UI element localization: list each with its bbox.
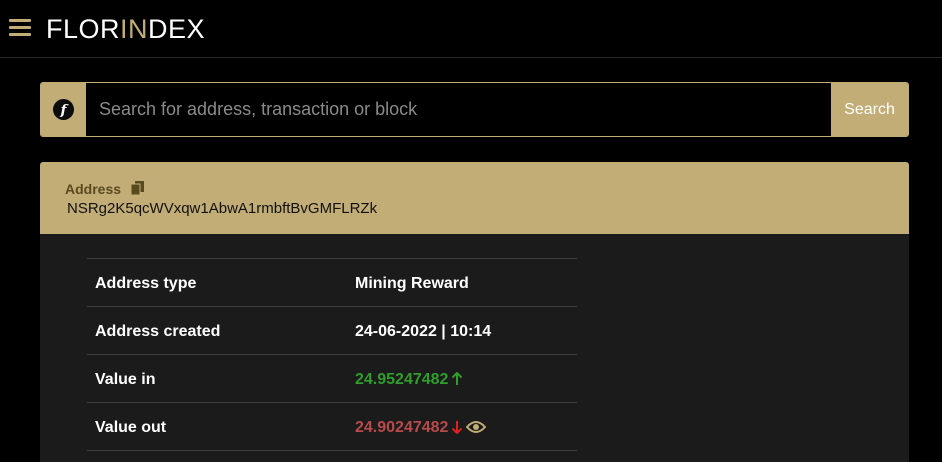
arrow-down-icon (451, 420, 463, 439)
logo-text-accent: IN (120, 14, 149, 44)
address-value: NSRg2K5qcWVxqw1AbwA1rmbftBvGMFLRZk (67, 200, 378, 217)
logo-text-part1: FLOR (46, 14, 121, 44)
row-key: Value in (95, 371, 156, 388)
top-bar: FLORINDEX (0, 0, 942, 58)
address-card: Address NSRg2K5qcWVxqw1AbwA1rmbftBvGMFLR… (40, 162, 909, 462)
value-in-cell: 24.95247482 (355, 371, 463, 391)
hamburger-menu-icon[interactable] (9, 19, 31, 37)
table-row: Value out 24.90247482 (87, 402, 577, 450)
search-logo-box: f (41, 83, 86, 136)
address-details-table: Address type Mining Reward Address creat… (87, 258, 577, 460)
row-key: Value out (95, 419, 167, 436)
search-button[interactable]: Search (831, 83, 908, 136)
flo-logo-icon: f (53, 99, 74, 120)
row-key: Address type (95, 275, 197, 292)
eye-icon[interactable] (466, 420, 487, 439)
value-out-cell: 24.90247482 (355, 419, 487, 439)
value-out-amount: 24.90247482 (355, 419, 449, 436)
logo-text-part2: DEX (148, 14, 206, 44)
table-row: Address type Mining Reward (87, 258, 577, 306)
row-value: 24-06-2022 | 10:14 (355, 323, 492, 340)
arrow-up-icon (451, 371, 463, 391)
search-input[interactable] (86, 83, 831, 136)
row-value: Mining Reward (355, 275, 469, 292)
row-key: Address created (95, 323, 221, 340)
address-label: Address (65, 181, 122, 197)
address-card-header: Address NSRg2K5qcWVxqw1AbwA1rmbftBvGMFLR… (40, 162, 909, 234)
value-in-amount: 24.95247482 (355, 371, 449, 388)
svg-text:f: f (59, 103, 69, 119)
search-bar: f Search (40, 82, 909, 137)
copy-icon[interactable] (130, 180, 146, 196)
table-row: Value in 24.95247482 (87, 354, 577, 402)
site-logo[interactable]: FLORINDEX (46, 14, 205, 44)
table-row: Address created 24-06-2022 | 10:14 (87, 306, 577, 354)
